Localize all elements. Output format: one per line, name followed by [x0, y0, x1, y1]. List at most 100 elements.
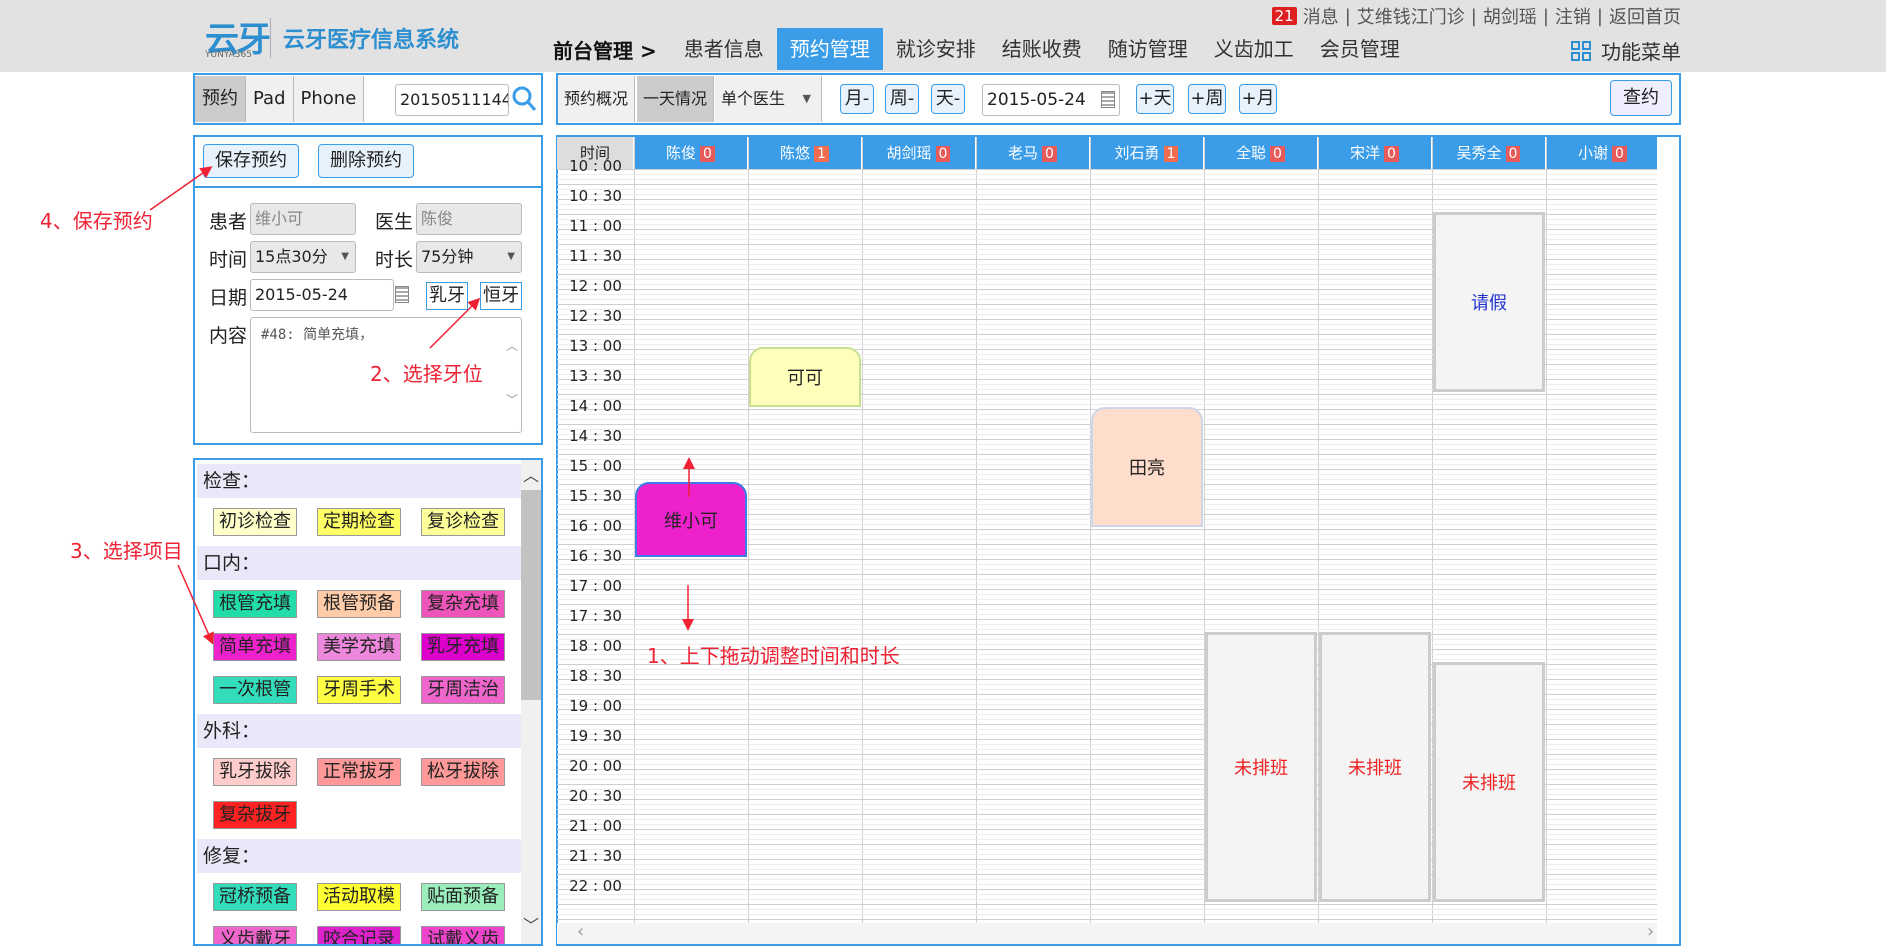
scroll-left-icon[interactable]: ‹ [577, 921, 584, 942]
project-item[interactable]: 试戴义齿 [421, 926, 505, 944]
scroll-up-icon[interactable]: ︿ [506, 337, 518, 354]
permanent-teeth-button[interactable]: 恒牙 [480, 282, 522, 310]
project-item[interactable]: 根管充填 [213, 590, 297, 618]
grid-row-line [557, 904, 1657, 905]
messages-link[interactable]: 消息 [1303, 3, 1339, 29]
doctor-field[interactable]: 陈俊 [416, 203, 522, 235]
project-list: 检查： 初诊检查 定期检查 复诊检查 口内： 根管充填 根管预备 复杂充填 简单充填 美学充填 乳牙… [193, 458, 543, 946]
doctor-column-header[interactable]: 陈悠 1 [748, 137, 862, 169]
doctor-column-header[interactable]: 刘石勇 1 [1090, 137, 1204, 169]
week-plus-button[interactable]: +周 [1188, 84, 1226, 114]
query-button[interactable]: 查约 [1610, 80, 1672, 116]
nav-denture[interactable]: 义齿加工 [1201, 28, 1307, 70]
appointment-count-badge: 1 [1163, 146, 1179, 162]
appointment-block[interactable]: 可可 [749, 347, 861, 407]
project-item[interactable]: 定期检查 [317, 508, 401, 536]
appointment-count-badge: 0 [1042, 146, 1057, 162]
nav-billing[interactable]: 结账收费 [989, 28, 1095, 70]
category-header: 修复： [197, 839, 525, 873]
nav-patient-info[interactable]: 患者信息 [671, 28, 777, 70]
nav-followup[interactable]: 随访管理 [1095, 28, 1201, 70]
doctor-column-header[interactable]: 陈俊 0 [634, 137, 748, 169]
project-item[interactable]: 简单充填 [213, 633, 297, 661]
grid-row-line [557, 584, 1657, 585]
overview-tab[interactable]: 预约概况 [558, 76, 636, 122]
project-item[interactable]: 义齿戴牙 [213, 926, 297, 944]
doctor-column-header[interactable]: 小谢 0 [1546, 137, 1657, 169]
appointment-count-badge: 0 [935, 146, 951, 162]
time-label: 15 : 00 [569, 457, 622, 475]
project-item[interactable]: 美学充填 [317, 633, 401, 661]
doctor-column-header[interactable]: 胡剑瑶 0 [862, 137, 976, 169]
doctor-column-header[interactable]: 吴秀全 0 [1432, 137, 1546, 169]
horizontal-scrollbar[interactable]: ‹ › [557, 921, 1657, 944]
scroll-down-icon[interactable]: ﹀ [523, 912, 539, 936]
doctor-column-header[interactable]: 全聪 0 [1204, 137, 1318, 169]
time-select-value: 15点30分 [255, 247, 328, 266]
doctor-column-header[interactable]: 宋洋 0 [1318, 137, 1432, 169]
project-item[interactable]: 咬合记录 [317, 926, 401, 944]
doctor-column-header[interactable]: 老马 0 [976, 137, 1090, 169]
project-item[interactable]: 正常拔牙 [317, 758, 401, 786]
scroll-up-icon[interactable]: ︿ [523, 462, 539, 486]
week-minus-button[interactable]: 周- [885, 84, 919, 114]
project-item[interactable]: 牙周手术 [317, 676, 401, 704]
project-item[interactable]: 复诊检查 [421, 508, 505, 536]
date-input[interactable]: 2015-05-24 [982, 84, 1120, 116]
message-count-badge[interactable]: 21 [1271, 7, 1297, 25]
scrollbar-thumb[interactable] [521, 490, 541, 700]
patient-field[interactable]: 维小可 [250, 203, 356, 235]
time-label: 17 : 00 [569, 577, 622, 595]
grid-row-line [557, 399, 1657, 400]
tab-appointment[interactable]: 预约 [195, 76, 246, 122]
annotation-tooth: 2、选择牙位 [370, 362, 483, 386]
date-field[interactable]: 2015-05-24 [250, 279, 394, 311]
logout-link[interactable]: 注销 [1555, 3, 1591, 29]
scroll-right-icon[interactable]: › [1647, 921, 1654, 942]
home-link[interactable]: 返回首页 [1609, 3, 1681, 29]
delete-button[interactable]: 删除预约 [318, 144, 414, 178]
function-menu[interactable]: 功能菜单 [1571, 36, 1681, 65]
scroll-down-icon[interactable]: ﹀ [506, 391, 518, 408]
appointment-block[interactable]: 田亮 [1091, 407, 1203, 527]
user-link[interactable]: 胡剑瑶 [1483, 3, 1537, 29]
top-bar: 云牙 YUNYA365 云牙医疗信息系统 21 消息 | 艾维钱江门诊 | 胡剑… [0, 0, 1886, 72]
month-minus-button[interactable]: 月- [840, 84, 874, 114]
search-input[interactable]: 2015051114413 [395, 84, 509, 116]
day-minus-button[interactable]: 天- [931, 84, 965, 114]
clinic-link[interactable]: 艾维钱江门诊 [1357, 3, 1465, 29]
search-icon[interactable] [511, 85, 537, 113]
tab-phone[interactable]: Phone [293, 76, 365, 122]
project-item[interactable]: 牙周洁治 [421, 676, 505, 704]
project-item[interactable]: 乳牙充填 [421, 633, 505, 661]
grid-row-line [557, 394, 1657, 395]
project-item[interactable]: 乳牙拔除 [213, 758, 297, 786]
project-item[interactable]: 一次根管 [213, 676, 297, 704]
doctor-select[interactable]: 单个医生 ▼ [715, 76, 822, 122]
app-title: 云牙医疗信息系统 [283, 28, 460, 53]
appointment-block[interactable]: 维小可 [635, 482, 747, 557]
project-item[interactable]: 贴面预备 [421, 883, 505, 911]
calendar-icon[interactable] [395, 286, 409, 303]
project-item[interactable]: 活动取模 [317, 883, 401, 911]
project-item[interactable]: 根管预备 [317, 590, 401, 618]
project-item[interactable]: 复杂充填 [421, 590, 505, 618]
day-plus-button[interactable]: +天 [1136, 84, 1174, 114]
nav-members[interactable]: 会员管理 [1307, 28, 1413, 70]
month-plus-button[interactable]: +月 [1239, 84, 1277, 114]
nav-visits[interactable]: 就诊安排 [883, 28, 989, 70]
project-item[interactable]: 复杂拔牙 [213, 801, 297, 829]
save-button[interactable]: 保存预约 [203, 144, 299, 178]
time-select[interactable]: 15点30分 ▼ [250, 241, 356, 273]
project-item[interactable]: 初诊检查 [213, 508, 297, 536]
nav-appointment[interactable]: 预约管理 [776, 28, 883, 70]
scrollbar[interactable]: ︿ ﹀ [521, 460, 541, 944]
schedule-grid: 时间 陈俊 0 陈悠 1 胡剑瑶 0 老马 0 刘石勇 1 全聪 0 宋洋 0 吴秀全 0 小谢 0 10 : 00… [557, 137, 1657, 944]
project-item[interactable]: 冠桥预备 [213, 883, 297, 911]
calendar-icon[interactable] [1101, 91, 1115, 108]
tab-pad[interactable]: Pad [246, 76, 294, 122]
baby-teeth-button[interactable]: 乳牙 [426, 282, 468, 310]
duration-select[interactable]: 75分钟 ▼ [416, 241, 522, 273]
day-tab[interactable]: 一天情况 [637, 76, 715, 122]
project-item[interactable]: 松牙拔除 [421, 758, 505, 786]
